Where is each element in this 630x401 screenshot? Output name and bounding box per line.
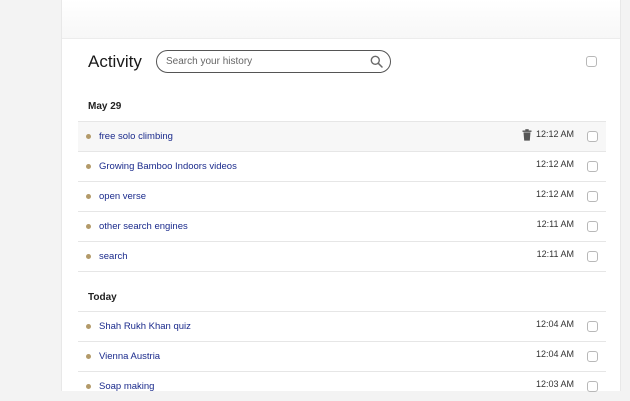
history-link[interactable]: search <box>99 251 128 262</box>
select-all-checkbox[interactable] <box>586 56 597 67</box>
search-box[interactable] <box>156 50 391 73</box>
history-link[interactable]: free solo climbing <box>99 131 173 142</box>
row-checkbox[interactable] <box>587 321 598 332</box>
row-checkbox[interactable] <box>587 191 598 202</box>
dot-icon <box>86 324 91 329</box>
history-time: 12:04 AM <box>535 319 574 329</box>
history-link[interactable]: Soap making <box>99 381 154 392</box>
history-time: 12:03 AM <box>535 379 574 389</box>
history-link[interactable]: Shah Rukh Khan quiz <box>99 321 191 332</box>
history-time: 12:04 AM <box>535 349 574 359</box>
history-link[interactable]: Growing Bamboo Indoors videos <box>99 161 237 172</box>
history-row[interactable]: Shah Rukh Khan quiz 12:04 AM <box>78 311 606 341</box>
history-row[interactable]: search 12:11 AM <box>78 241 606 272</box>
row-checkbox[interactable] <box>587 251 598 262</box>
activity-panel: Activity May 29 free solo climbing 12:12… <box>61 0 621 392</box>
top-banner <box>62 0 620 39</box>
section-heading: Today <box>88 292 117 303</box>
history-row[interactable]: Growing Bamboo Indoors videos 12:12 AM <box>78 151 606 181</box>
dot-icon <box>86 164 91 169</box>
history-link[interactable]: Vienna Austria <box>99 351 160 362</box>
history-row[interactable]: other search engines 12:11 AM <box>78 211 606 241</box>
history-time: 12:12 AM <box>535 189 574 199</box>
dot-icon <box>86 194 91 199</box>
history-link[interactable]: open verse <box>99 191 146 202</box>
dot-icon <box>86 254 91 259</box>
dot-icon <box>86 354 91 359</box>
search-input[interactable] <box>166 54 356 69</box>
page-title: Activity <box>88 52 142 71</box>
trash-icon[interactable] <box>522 129 532 141</box>
row-checkbox[interactable] <box>587 381 598 392</box>
section-heading: May 29 <box>88 101 122 112</box>
row-checkbox[interactable] <box>587 161 598 172</box>
dot-icon <box>86 134 91 139</box>
history-row[interactable]: Soap making 12:03 AM <box>78 371 606 401</box>
history-time: 12:12 AM <box>535 159 574 169</box>
history-row[interactable]: open verse 12:12 AM <box>78 181 606 211</box>
row-checkbox[interactable] <box>587 131 598 142</box>
dot-icon <box>86 224 91 229</box>
history-time: 12:11 AM <box>536 219 574 229</box>
row-checkbox[interactable] <box>587 221 598 232</box>
dot-icon <box>86 384 91 389</box>
row-checkbox[interactable] <box>587 351 598 362</box>
search-icon[interactable] <box>370 55 383 68</box>
history-row[interactable]: free solo climbing 12:12 AM <box>78 121 606 151</box>
history-time: 12:12 AM <box>535 129 574 139</box>
history-time: 12:11 AM <box>536 249 574 259</box>
history-row[interactable]: Vienna Austria 12:04 AM <box>78 341 606 371</box>
history-link[interactable]: other search engines <box>99 221 188 232</box>
